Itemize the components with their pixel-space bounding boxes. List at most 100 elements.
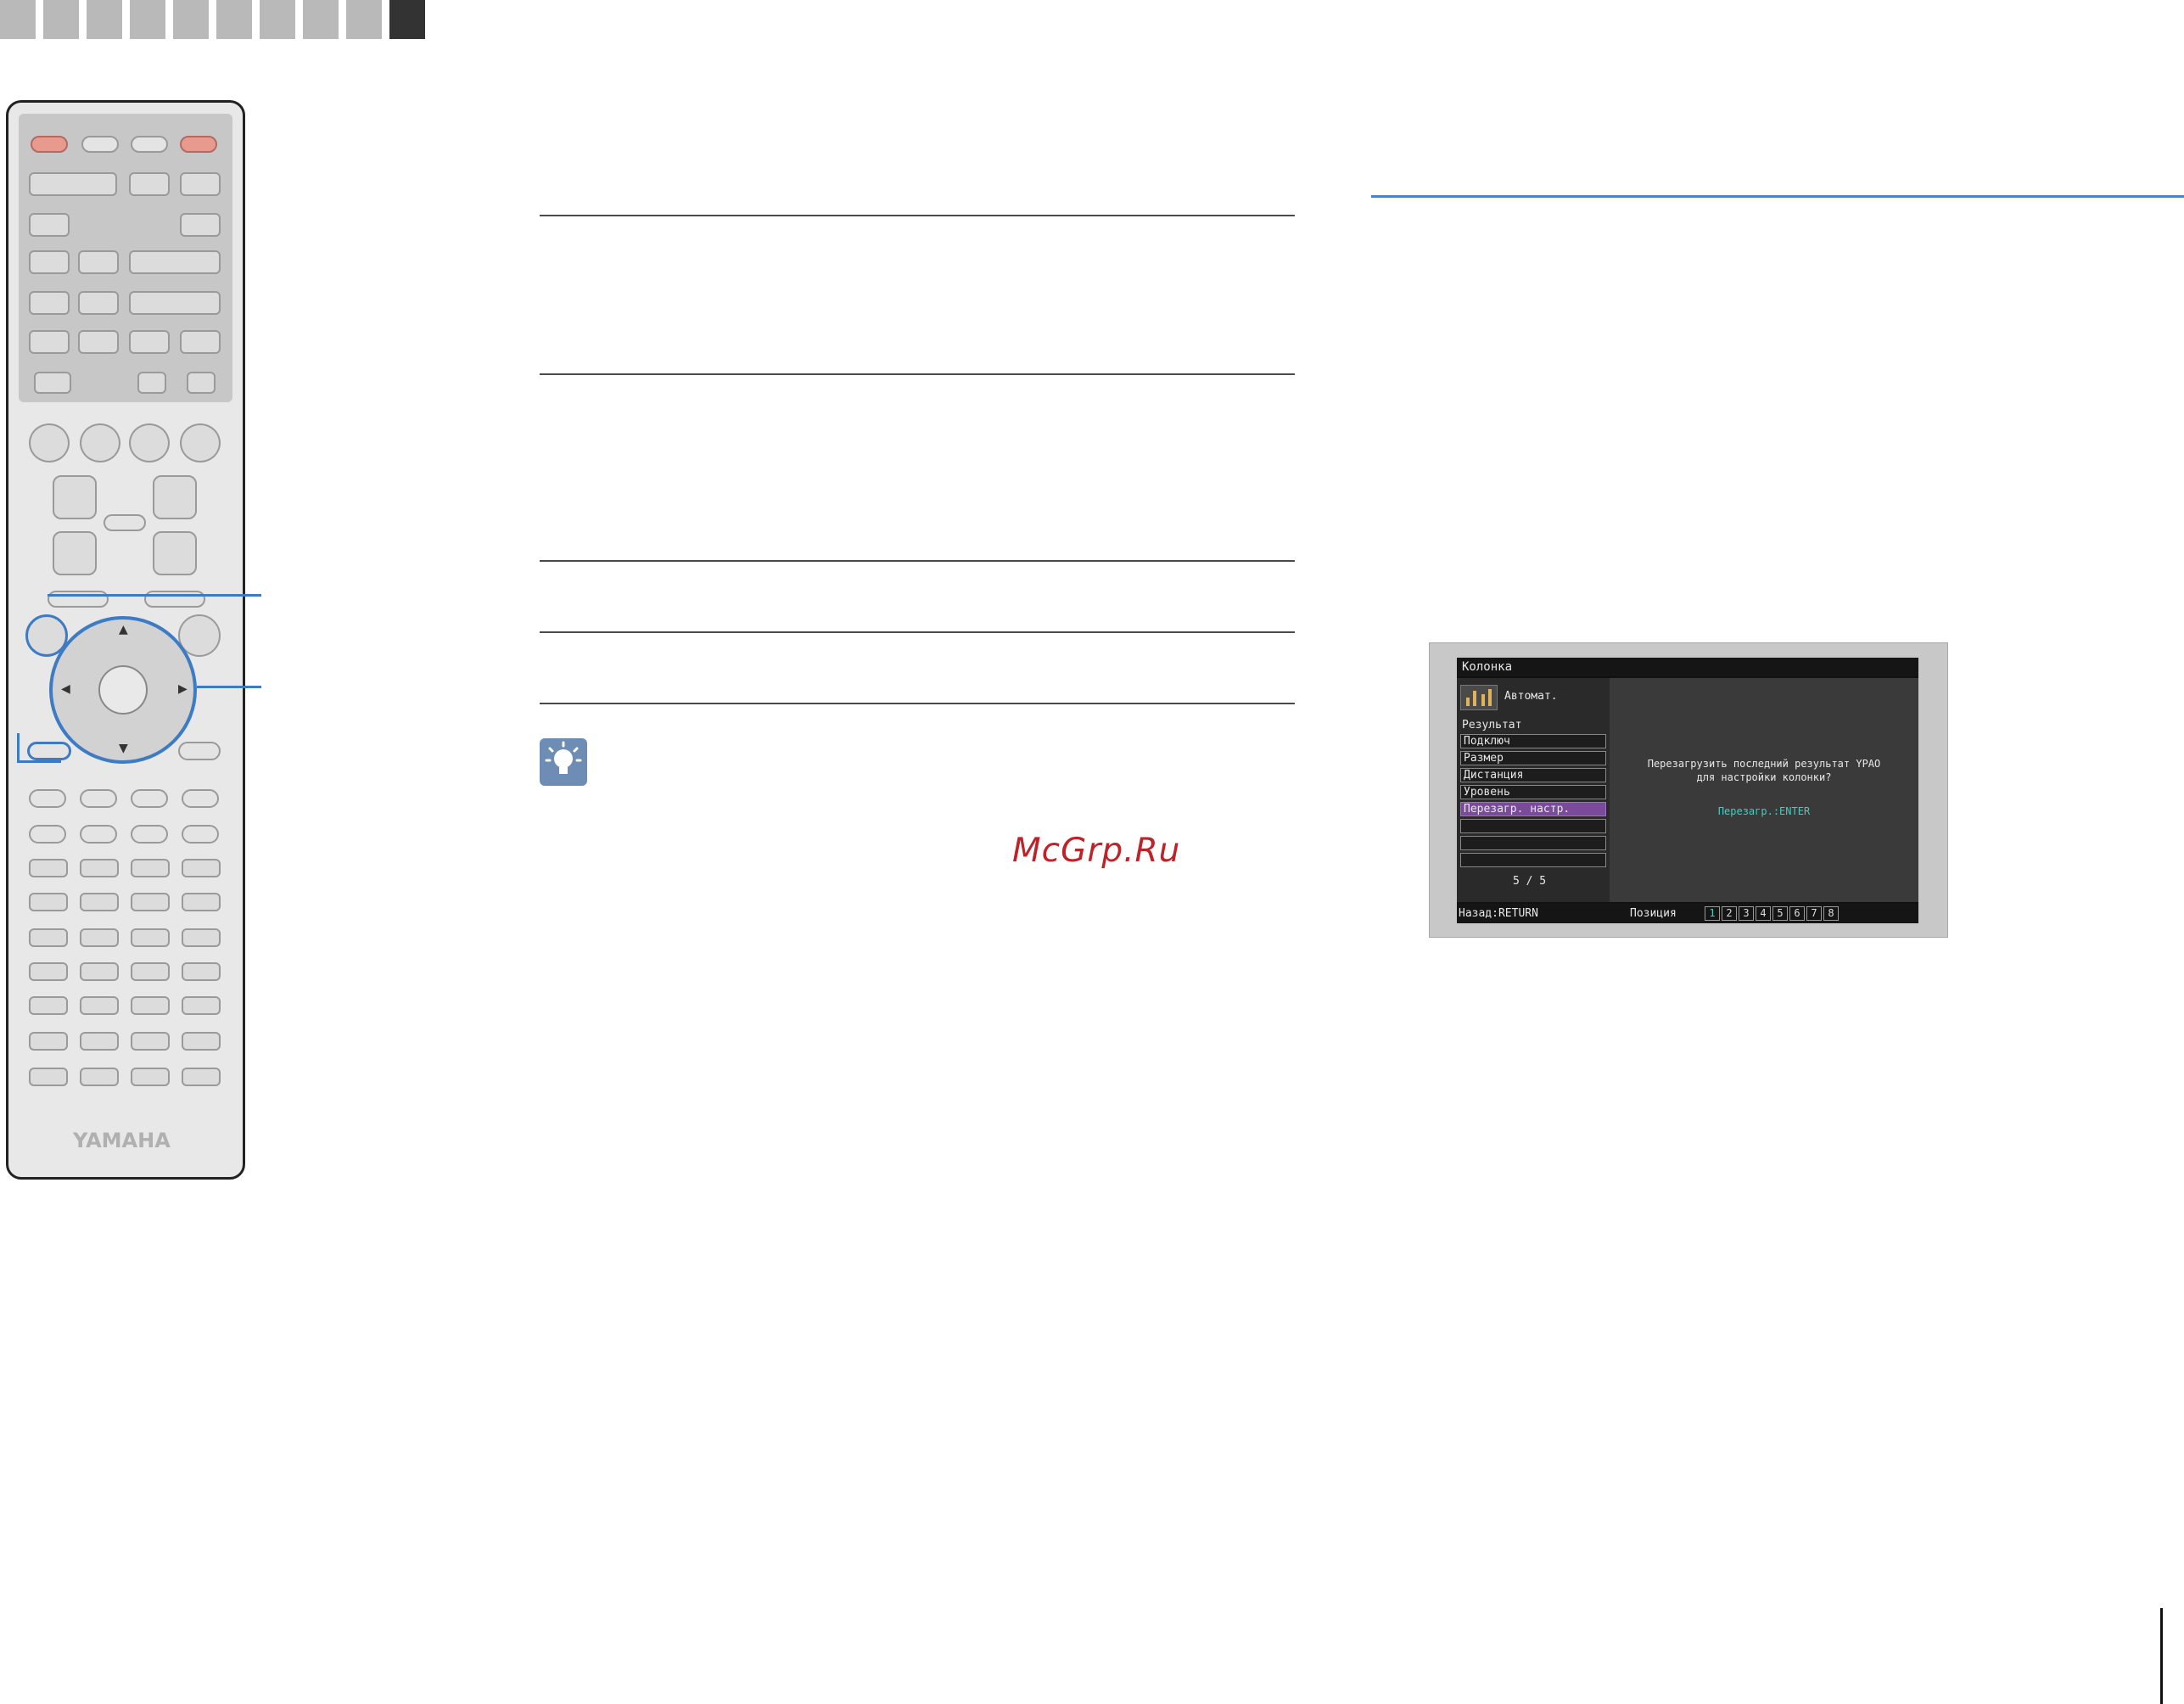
- preset-up-button: [53, 475, 97, 519]
- input-button: [29, 172, 117, 196]
- cursor-down-icon: ▼: [119, 742, 128, 755]
- numeric-button: [131, 859, 170, 877]
- osd-screen: Колонка Автомат. Результат Подключ Разме…: [1457, 658, 1918, 923]
- cursor-left-icon: ◀: [61, 682, 70, 696]
- callout-line: [48, 594, 261, 597]
- osd-back-hint[interactable]: Назад:RETURN: [1459, 904, 1538, 923]
- position-button[interactable]: 8: [1823, 906, 1839, 921]
- position-button[interactable]: 6: [1789, 906, 1805, 921]
- cursor-right-icon: ▶: [178, 682, 188, 696]
- mute-button: [104, 514, 146, 531]
- enter-button: [98, 665, 148, 715]
- table-rule: [540, 560, 1295, 562]
- rewind-button: [29, 825, 66, 844]
- osd-menu-panel: Автомат. Результат Подключ Размер Дистан…: [1457, 678, 1610, 902]
- chapter-tab[interactable]: [0, 0, 36, 39]
- remote-button: [137, 372, 166, 394]
- chapter-tab[interactable]: [87, 0, 122, 39]
- osd-page-indicator: 5 / 5: [1513, 875, 1547, 888]
- input-button: [78, 330, 119, 354]
- scene-button: [180, 423, 221, 462]
- osd-menu-item-empty: [1460, 819, 1606, 833]
- fast-forward-button: [80, 825, 117, 844]
- numeric-button: [80, 996, 119, 1015]
- table-rule: [540, 631, 1295, 633]
- main-power-button: [31, 136, 68, 153]
- page-edge-marker: [2160, 1608, 2163, 1704]
- chapter-tab[interactable]: [130, 0, 165, 39]
- volume-up-button: [153, 475, 197, 519]
- numeric-button: [80, 928, 119, 947]
- osd-menu-item[interactable]: Уровень: [1460, 785, 1606, 799]
- osd-mode-label: Автомат.: [1504, 690, 1558, 703]
- chapter-tab[interactable]: [43, 0, 79, 39]
- return-button: [27, 742, 71, 760]
- osd-menu-item-selected[interactable]: Перезагр. настр.: [1460, 802, 1606, 816]
- scene-button: [129, 423, 170, 462]
- numeric-button: [131, 962, 170, 981]
- zone-power-button: [180, 136, 217, 153]
- chapter-tab[interactable]: [346, 0, 382, 39]
- yamaha-logo: YAMAHA: [73, 1129, 171, 1152]
- callout-line: [17, 733, 20, 762]
- numeric-button: [182, 928, 221, 947]
- stop-button: [80, 789, 117, 808]
- volume-down-button: [153, 531, 197, 575]
- osd-section-label: Результат: [1462, 719, 1522, 731]
- scene-button: [80, 423, 120, 462]
- numeric-button: [131, 996, 170, 1015]
- chapter-tab[interactable]: [303, 0, 339, 39]
- osd-menu-item[interactable]: Размер: [1460, 751, 1606, 765]
- position-button[interactable]: 4: [1756, 906, 1771, 921]
- osd-menu-item[interactable]: Дистанция: [1460, 768, 1606, 782]
- tone-button: [182, 1032, 221, 1051]
- table-rule: [540, 215, 1295, 216]
- input-button: [129, 172, 170, 196]
- osd-menu-item-empty: [1460, 853, 1606, 867]
- numeric-button: [29, 859, 68, 877]
- pause-button: [131, 789, 168, 808]
- osd-enter-action[interactable]: Перезагр.:ENTER: [1610, 805, 1918, 817]
- chapter-tab[interactable]: [260, 0, 295, 39]
- input-button: [78, 250, 119, 274]
- input-button: [29, 330, 70, 354]
- numeric-button: [29, 996, 68, 1015]
- numeric-button: [29, 928, 68, 947]
- osd-menu-item[interactable]: Подключ: [1460, 734, 1606, 748]
- input-button: [180, 213, 221, 237]
- table-rule: [540, 703, 1295, 704]
- tone-up-button: [80, 1032, 119, 1051]
- numeric-button: [182, 996, 221, 1015]
- osd-status-bar: Назад:RETURN Позиция: [1457, 904, 1918, 923]
- chapter-tab[interactable]: [173, 0, 209, 39]
- numeric-button: [29, 962, 68, 981]
- chapter-tab[interactable]: [216, 0, 252, 39]
- callout-line: [197, 686, 261, 688]
- position-button[interactable]: 5: [1772, 906, 1788, 921]
- skip-back-button: [131, 825, 168, 844]
- position-button[interactable]: 1: [1705, 906, 1720, 921]
- numeric-button: [80, 893, 119, 911]
- osd-message-panel: Перезагрузить последний результат YPAO д…: [1610, 678, 1918, 902]
- numeric-button: [131, 928, 170, 947]
- chapter-tab-active[interactable]: [389, 0, 425, 39]
- setup-button: [48, 591, 109, 608]
- cursor-up-icon: ▲: [119, 623, 128, 636]
- tone-down-button: [80, 1068, 119, 1086]
- numeric-button: [29, 893, 68, 911]
- input-button: [129, 330, 170, 354]
- osd-message-line1: Перезагрузить последний результат YPAO: [1647, 758, 1881, 770]
- remote-button: [34, 372, 71, 394]
- tone-button: [182, 1068, 221, 1086]
- watermark: McGrp.Ru: [1012, 832, 1181, 870]
- numeric-button: [182, 962, 221, 981]
- position-button[interactable]: 7: [1806, 906, 1822, 921]
- position-button[interactable]: 2: [1722, 906, 1737, 921]
- skip-forward-button: [182, 825, 219, 844]
- callout-line: [17, 760, 61, 763]
- osd-message-line2: для настройки колонки?: [1696, 771, 1832, 783]
- table-rule: [540, 373, 1295, 375]
- osd-position-label: Позиция: [1630, 907, 1677, 920]
- home-button: [178, 742, 221, 760]
- position-button[interactable]: 3: [1739, 906, 1754, 921]
